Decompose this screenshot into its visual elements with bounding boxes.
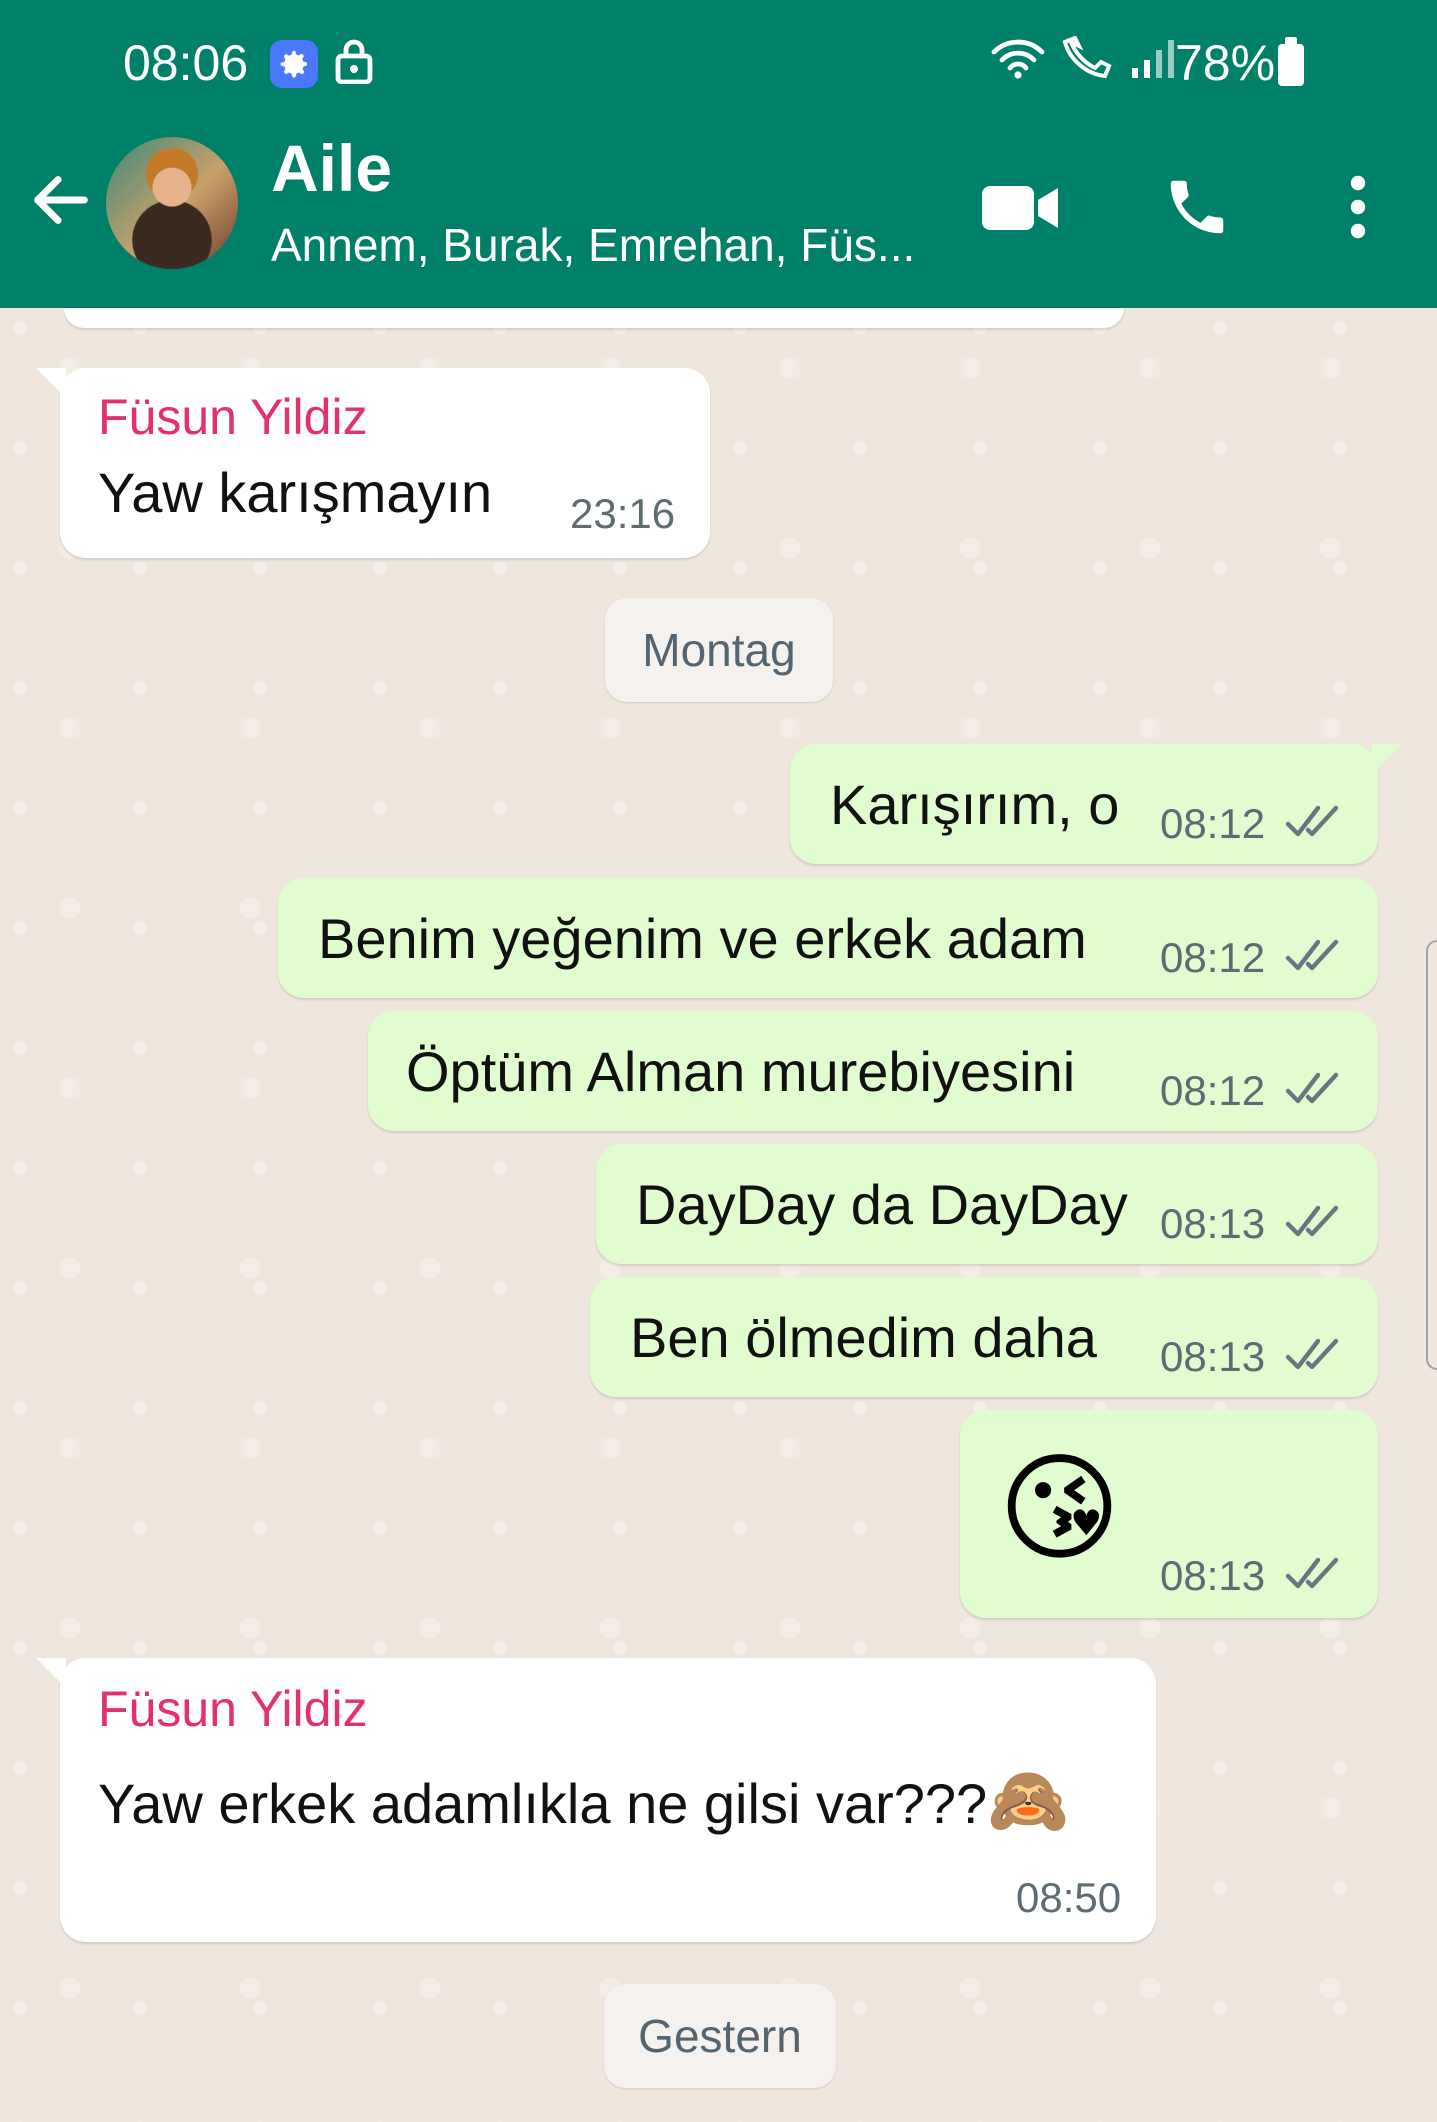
video-call-button[interactable] <box>980 180 1060 236</box>
incoming-message[interactable]: Füsun Yildiz Yaw erkek adamlıkla ne gils… <box>36 1658 1156 1942</box>
message-text: Öptüm Alman murebiyesini <box>406 1040 1076 1103</box>
double-check-icon <box>1285 1072 1339 1104</box>
outgoing-emoji-message[interactable]: 😘 08:13 <box>960 1410 1378 1618</box>
wifi-icon <box>991 39 1045 79</box>
message-time: 08:12 <box>1160 800 1266 847</box>
date-separator: Montag <box>605 598 833 702</box>
double-check-icon <box>1285 1557 1339 1589</box>
message-time: 08:12 <box>1160 1067 1266 1114</box>
lock-icon <box>334 36 374 95</box>
outgoing-message[interactable]: Karışırım, o 08:12 <box>790 744 1402 864</box>
double-check-icon <box>1285 939 1339 971</box>
outgoing-message[interactable]: Benim yeğenim ve erkek adam 08:12 <box>278 878 1378 998</box>
back-button[interactable] <box>26 165 96 235</box>
message-time: 08:13 <box>1160 1552 1266 1599</box>
message-time: 08:13 <box>1160 1200 1266 1247</box>
message-time: 23:16 <box>570 490 676 537</box>
scrollbar[interactable] <box>1426 940 1437 1370</box>
more-vertical-icon <box>1350 175 1366 239</box>
message-time: 08:50 <box>1016 1874 1122 1921</box>
message-text: Yaw erkek adamlıkla ne gilsi var???🙈 <box>98 1762 1069 1840</box>
app-header: 08:06 78% Aile Annem, Burak, Emrehan, Fü… <box>0 0 1437 308</box>
video-camera-icon <box>982 186 1058 230</box>
sender-name: Füsun Yildiz <box>98 389 368 445</box>
double-check-icon <box>1285 1338 1339 1370</box>
settings-icon <box>270 40 318 88</box>
message-text-body: Yaw erkek adamlıkla ne gilsi var??? <box>98 1772 988 1835</box>
phone-icon <box>1170 180 1224 234</box>
message-text: Benim yeğenim ve erkek adam <box>318 907 1087 970</box>
battery-icon <box>1278 37 1304 86</box>
sender-name: Füsun Yildiz <box>98 1681 368 1737</box>
kissing-face-emoji: 😘 <box>998 1443 1122 1575</box>
signal-icon <box>1132 40 1175 78</box>
date-separator: Gestern <box>604 1984 836 2088</box>
arrow-left-icon <box>34 176 88 224</box>
double-check-icon <box>1285 1205 1339 1237</box>
outgoing-message[interactable]: DayDay da DayDay 08:13 <box>596 1144 1378 1264</box>
date-label: Gestern <box>638 2010 802 2062</box>
status-icons <box>990 35 1176 90</box>
double-check-icon <box>1285 805 1339 837</box>
voice-call-button[interactable] <box>1162 172 1232 242</box>
group-avatar[interactable] <box>106 137 238 269</box>
more-options-button[interactable] <box>1340 170 1376 244</box>
group-members[interactable]: Annem, Burak, Emrehan, Füs... <box>271 218 915 272</box>
see-no-evil-monkey-emoji: 🙈 <box>987 1763 1070 1837</box>
incoming-message[interactable]: Füsun Yildiz Yaw karışmayın 23:16 <box>36 368 710 558</box>
group-title[interactable]: Aile <box>271 130 392 206</box>
status-time: 08:06 <box>123 35 249 91</box>
message-text: Karışırım, o <box>830 773 1120 836</box>
wifi-call-icon <box>1062 35 1112 79</box>
previous-message-bubble <box>64 308 1124 328</box>
message-text: Yaw karışmayın <box>98 461 493 524</box>
date-label: Montag <box>642 624 796 676</box>
message-time: 08:12 <box>1160 934 1266 981</box>
outgoing-message[interactable]: Öptüm Alman murebiyesini 08:12 <box>368 1011 1378 1131</box>
message-time: 08:13 <box>1160 1333 1266 1380</box>
message-text: Ben ölmedim daha <box>630 1306 1097 1369</box>
message-text: DayDay da DayDay <box>636 1173 1128 1236</box>
battery-percent: 78% <box>1175 35 1276 91</box>
outgoing-message[interactable]: Ben ölmedim daha 08:13 <box>590 1277 1378 1397</box>
